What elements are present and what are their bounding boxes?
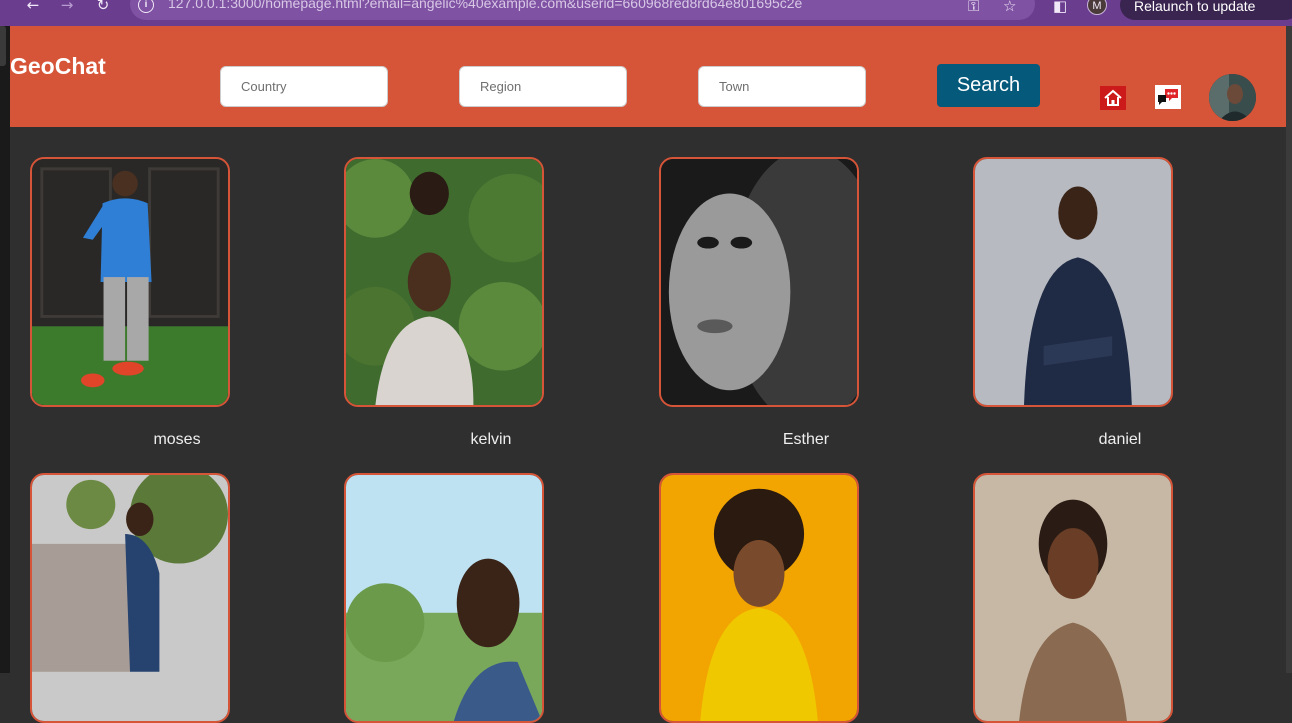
user-avatar[interactable] bbox=[1209, 74, 1256, 121]
app-header: GeoChat Search bbox=[10, 26, 1286, 127]
browser-toolbar: ← → ↻ i 127.0.0.1:3000/homepage.html?ema… bbox=[0, 0, 1292, 26]
region-input[interactable] bbox=[459, 66, 627, 107]
home-icon[interactable] bbox=[1100, 86, 1126, 110]
search-button[interactable]: Search bbox=[937, 64, 1040, 107]
forward-icon[interactable]: → bbox=[58, 0, 76, 14]
user-name[interactable]: Esther bbox=[706, 431, 906, 449]
user-card-photo[interactable] bbox=[659, 157, 859, 407]
user-name[interactable]: moses bbox=[77, 431, 277, 449]
town-input[interactable] bbox=[698, 66, 866, 107]
user-name[interactable]: kelvin bbox=[391, 431, 591, 449]
profile-avatar[interactable]: M bbox=[1087, 0, 1107, 15]
chat-icon[interactable] bbox=[1155, 85, 1181, 109]
user-card-photo[interactable] bbox=[659, 473, 859, 723]
key-icon[interactable]: ⚿ bbox=[968, 0, 979, 15]
user-name[interactable]: daniel bbox=[1020, 431, 1220, 449]
user-card-photo[interactable] bbox=[344, 157, 544, 407]
country-input[interactable] bbox=[220, 66, 388, 107]
url-text[interactable]: 127.0.0.1:3000/homepage.html?email=angel… bbox=[168, 0, 802, 11]
window-edge bbox=[0, 26, 10, 673]
star-icon[interactable]: ☆ bbox=[1003, 0, 1016, 15]
user-card-photo[interactable] bbox=[30, 157, 230, 407]
side-panel-icon[interactable]: ◧ bbox=[1053, 0, 1067, 15]
reload-icon[interactable]: ↻ bbox=[94, 0, 112, 14]
back-icon[interactable]: ← bbox=[24, 0, 42, 14]
user-card-photo[interactable] bbox=[973, 473, 1173, 723]
user-card-photo[interactable] bbox=[973, 157, 1173, 407]
page-scrollbar[interactable] bbox=[1286, 26, 1292, 673]
user-card-photo[interactable] bbox=[344, 473, 544, 723]
relaunch-button[interactable]: Relaunch to update bbox=[1120, 0, 1292, 20]
app-logo[interactable]: GeoChat bbox=[10, 53, 106, 80]
user-card-photo[interactable] bbox=[30, 473, 230, 723]
